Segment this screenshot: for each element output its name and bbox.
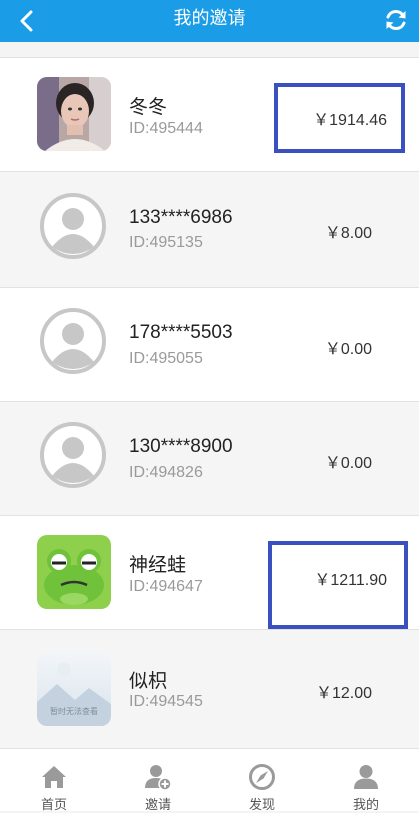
list-item[interactable]: 神经蛙 ID:494647 ￥1211.90 [0, 515, 419, 629]
home-icon [42, 766, 66, 788]
default-user-icon [40, 422, 106, 488]
invitee-id: ID:494647 [129, 578, 203, 595]
invitee-name: 178****5503 [129, 322, 233, 343]
user-icon [354, 765, 378, 789]
tab-label: 邀请 [144, 798, 171, 813]
page-title: 我的邀请 [173, 8, 246, 29]
invite-amount: ￥8.00 [324, 225, 372, 242]
compass-icon [249, 764, 275, 790]
tab-label: 我的 [352, 798, 379, 813]
frog-icon [37, 535, 111, 609]
tab-home[interactable]: 首页 [2, 749, 106, 813]
top-bar: 我的邀请 [0, 0, 419, 42]
invite-list: 冬冬 ID:495444 ￥1914.46 133****6986 ID:495… [0, 57, 419, 746]
bottom-tab-bar: 首页 邀请 发现 我的 [0, 748, 419, 813]
highlight-box [274, 83, 405, 153]
invitee-name: 冬冬 [129, 97, 168, 118]
avatar [40, 193, 106, 259]
invitee-name: 130****8900 [129, 436, 233, 457]
avatar: 暂时无法查看 [37, 652, 111, 726]
tab-discover[interactable]: 发现 [210, 749, 314, 813]
invitee-name: 神经蛙 [129, 555, 187, 576]
invitee-id: ID:495444 [129, 120, 203, 137]
placeholder-caption: 暂时无法查看 [50, 707, 98, 716]
avatar [40, 422, 106, 488]
avatar [40, 308, 106, 374]
tab-label: 发现 [248, 798, 275, 813]
tab-label: 首页 [40, 798, 67, 813]
person-photo-icon [37, 77, 111, 151]
invitee-name: 133****6986 [129, 207, 233, 228]
invite-amount: ￥0.00 [324, 341, 372, 358]
avatar [37, 535, 111, 609]
list-item[interactable]: 冬冬 ID:495444 ￥1914.46 [0, 57, 419, 171]
add-user-icon [145, 765, 172, 791]
invitee-id: ID:494826 [129, 464, 203, 481]
default-user-icon [40, 193, 106, 259]
invite-amount: ￥12.00 [315, 685, 372, 702]
tab-invite[interactable]: 邀请 [106, 749, 210, 813]
invitee-id: ID:495135 [129, 234, 203, 251]
highlight-box [268, 541, 408, 629]
invite-amount: ￥0.00 [324, 455, 372, 472]
invitee-id: ID:494545 [129, 693, 203, 710]
invitee-name: 似枳 [129, 671, 168, 692]
refresh-icon[interactable] [383, 7, 409, 33]
list-item[interactable]: 133****6986 ID:495135 ￥8.00 [0, 171, 419, 287]
tab-mine[interactable]: 我的 [314, 749, 418, 813]
list-item[interactable]: 130****8900 ID:494826 ￥0.00 [0, 401, 419, 515]
avatar [37, 77, 111, 151]
list-item[interactable]: 178****5503 ID:495055 ￥0.00 [0, 287, 419, 401]
default-user-icon [40, 308, 106, 374]
list-item[interactable]: 暂时无法查看 似枳 ID:494545 ￥12.00 [0, 629, 419, 746]
invitee-id: ID:495055 [129, 350, 203, 367]
